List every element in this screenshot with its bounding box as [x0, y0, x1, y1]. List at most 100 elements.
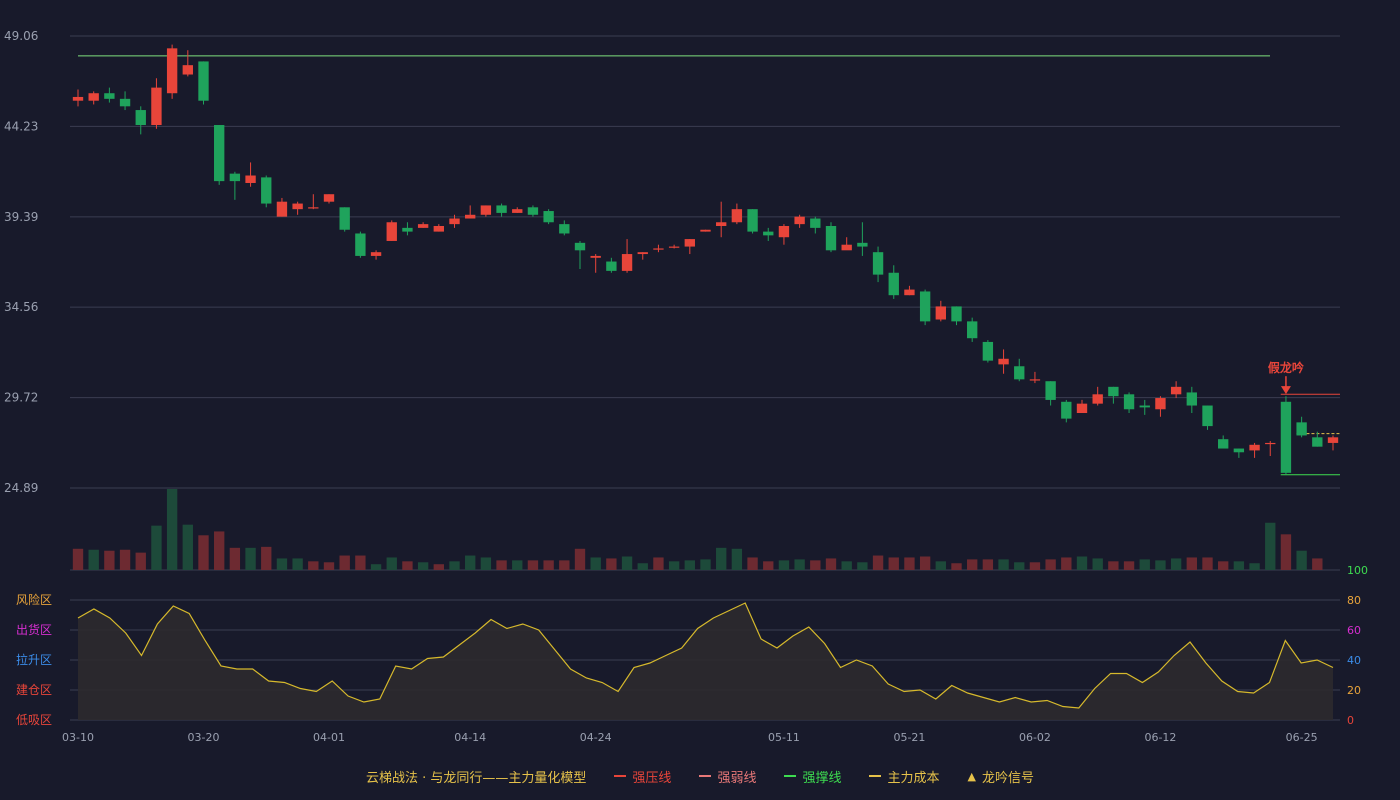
volume-bar: [166, 489, 178, 570]
volume-bar: [904, 557, 915, 570]
zone-label: 低吸区: [16, 713, 52, 727]
x-tick-label: 04-14: [454, 731, 486, 744]
candle-body: [512, 209, 523, 213]
volume-bar: [276, 558, 288, 570]
candle-body: [967, 321, 978, 339]
candle-body: [245, 175, 256, 183]
volume-bar: [1202, 557, 1213, 570]
legend-title: 云梯战法 · 与龙同行——主力量化模型: [366, 770, 587, 786]
candle-body: [1029, 379, 1041, 381]
volume-bar: [621, 556, 633, 570]
legend-item-signal[interactable]: ▲ 龙吟信号: [967, 767, 1033, 786]
volume-bar: [543, 560, 554, 570]
candle-body: [527, 207, 539, 215]
signal-marker: 假龙吟: [1268, 360, 1304, 395]
legend-label: 龙吟信号: [981, 770, 1034, 786]
volume-bar: [1092, 558, 1103, 570]
volume-bar: [261, 546, 272, 570]
candle-body: [465, 214, 476, 219]
volume-bar: [668, 561, 680, 570]
volume-bar: [527, 560, 539, 570]
legend-swatch: [699, 775, 712, 777]
volume-bar: [1123, 561, 1135, 570]
oscillator-panel: [77, 602, 1334, 720]
volume-bar: [245, 547, 256, 570]
candle-body: [386, 222, 397, 241]
candle-body: [1108, 386, 1119, 397]
volume-bar: [135, 552, 146, 570]
volume-bar: [919, 556, 931, 570]
candle-body: [825, 226, 837, 251]
candle-body: [684, 239, 695, 247]
candle-body: [668, 246, 680, 248]
legend-label: 强压线: [632, 770, 672, 786]
legend-item-pressure[interactable]: 强压线: [614, 767, 671, 786]
volume-bar: [747, 557, 758, 570]
volume-bar: [1155, 560, 1166, 570]
volume-bar: [214, 531, 225, 570]
candle-body: [417, 224, 429, 228]
volume-bars: [72, 489, 1323, 570]
volume-bar: [292, 558, 303, 570]
volume-bar: [794, 559, 805, 570]
volume-bar: [449, 561, 460, 570]
volume-bar: [1186, 557, 1197, 570]
candle-body: [292, 203, 303, 210]
volume-bar: [825, 558, 837, 570]
volume-bar: [1296, 550, 1307, 570]
candle-body: [276, 201, 288, 217]
x-tick-label: 04-01: [313, 731, 345, 744]
volume-bar: [496, 560, 507, 570]
x-tick-label: 03-20: [188, 731, 220, 744]
volume-bar: [323, 562, 335, 570]
volume-bar: [1233, 561, 1245, 570]
volume-bar: [370, 564, 382, 570]
legend-swatch: [614, 775, 627, 777]
volume-bar: [841, 561, 852, 570]
signal-label: 假龙吟: [1268, 360, 1304, 375]
volume-bar: [778, 560, 790, 570]
candle-body: [1218, 439, 1229, 449]
legend-label: 主力成本: [887, 770, 940, 786]
volume-bar: [637, 563, 648, 570]
volume-bar: [1061, 557, 1072, 570]
volume-bar: [590, 557, 601, 570]
legend-item-strength[interactable]: 强弱线: [699, 767, 756, 786]
legend-item-support[interactable]: 强撑线: [784, 767, 841, 786]
candle-body: [606, 261, 617, 271]
x-tick-label: 06-12: [1144, 731, 1176, 744]
candle-body: [574, 242, 586, 251]
volume-bar: [684, 560, 695, 570]
volume-bar: [1265, 522, 1276, 570]
candle-body: [1139, 405, 1150, 408]
osc-tick-label: 0: [1347, 714, 1354, 727]
candle-body: [810, 218, 821, 228]
candle-body: [151, 87, 162, 126]
volume-bar: [810, 560, 821, 570]
legend-item-cost[interactable]: 主力成本: [869, 767, 939, 786]
candle-body: [1092, 394, 1103, 404]
candle-body: [543, 211, 554, 223]
candlestick-series: [72, 44, 1339, 475]
candle-body: [1265, 442, 1276, 445]
volume-bar: [700, 559, 711, 570]
candle-body: [590, 255, 601, 258]
x-tick-label: 05-11: [768, 731, 800, 744]
candle-body: [1061, 401, 1072, 419]
legend-label: 强撑线: [802, 770, 842, 786]
volume-bar: [982, 559, 994, 570]
signal-arrow-icon: [1280, 386, 1291, 395]
candle-body: [1280, 401, 1292, 473]
legend-swatch: [869, 775, 882, 777]
volume-bar: [716, 547, 727, 570]
candle-body: [214, 125, 225, 182]
candle-body: [763, 231, 774, 236]
volume-bar: [967, 559, 978, 570]
osc-tick-label: 40: [1347, 654, 1361, 667]
candle-body: [72, 96, 84, 101]
candle-body: [88, 93, 99, 101]
candle-body: [135, 110, 146, 126]
volume-bar: [606, 558, 617, 570]
volume-bar: [1108, 561, 1119, 570]
volume-bar: [402, 561, 413, 570]
